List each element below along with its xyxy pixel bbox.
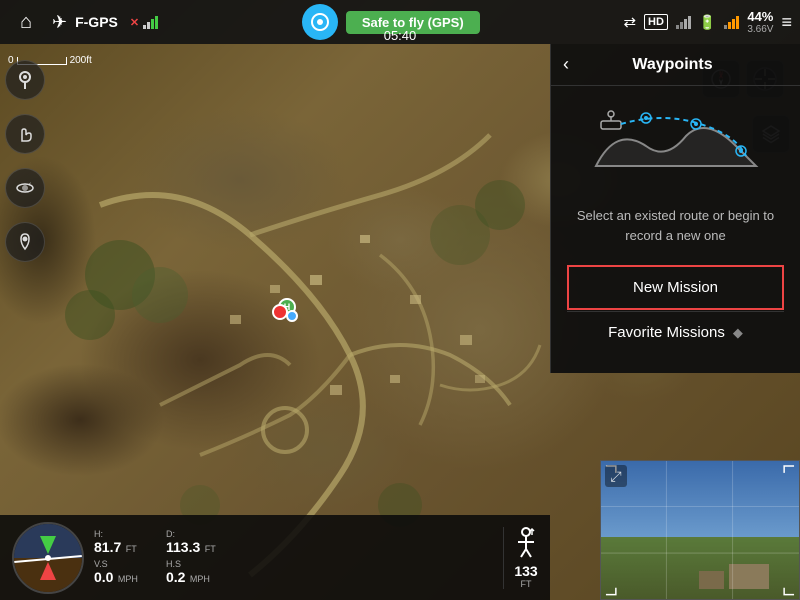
relative-altitude-unit: FT [521, 579, 532, 589]
distance-unit: FT [205, 544, 216, 554]
waypoints-panel: ‹ Waypoints Select an existed route or b… [550, 44, 800, 373]
distance-label: D: [166, 529, 226, 539]
new-mission-button[interactable]: New Mission [567, 265, 784, 310]
hs-value: 0.2 [166, 569, 185, 585]
favorite-missions-label: Favorite Missions [608, 324, 725, 341]
person-altitude-block: 133 FT [503, 527, 538, 589]
vertical-speed-stat: V.S 0.0 MPH [94, 559, 154, 587]
waypoint-tool-button[interactable] [5, 60, 45, 100]
stats-row-2: V.S 0.0 MPH H.S 0.2 MPH [94, 559, 493, 587]
battery-percentage: 44% [747, 9, 773, 24]
altitude-value: 81.7 [94, 539, 121, 555]
altitude-stat: H: 81.7 FT [94, 529, 154, 557]
waypoints-illustration [551, 86, 800, 196]
hs-label: H.S [166, 559, 226, 569]
waypoints-back-button[interactable]: ‹ [563, 54, 569, 75]
bookmark-icon: ◆ [733, 325, 743, 341]
drone-icon: ✈ [52, 12, 67, 33]
horizontal-speed-stat: H.S 0.2 MPH [166, 559, 226, 587]
transmission-signal-bars [676, 16, 691, 29]
attitude-center [45, 555, 51, 561]
waypoints-body: Select an existed route or begin to reco… [551, 196, 800, 373]
drone-name-label: F-GPS [75, 14, 118, 30]
signal-x-icon: ✕ [130, 16, 139, 29]
attitude-arrow-red [40, 562, 56, 580]
hs-unit: MPH [190, 574, 210, 584]
distance-value: 113.3 [166, 539, 200, 555]
battery-info: 44% 3.66V [747, 9, 773, 35]
camera-switch-icon[interactable]: ⇄ [623, 13, 636, 31]
home-button[interactable]: ⌂ [8, 4, 44, 40]
waypoint-mode-icon[interactable] [302, 4, 338, 40]
battery-voltage: 3.66V [747, 24, 773, 35]
vs-label: V.S [94, 559, 154, 569]
hand-tool-button[interactable] [5, 114, 45, 154]
menu-button[interactable]: ≡ [781, 12, 792, 33]
relative-altitude-value: 133 [514, 563, 537, 579]
attitude-arrow-green [40, 536, 56, 554]
hd-quality-badge: HD [644, 14, 668, 30]
battery-signal-bars [724, 16, 739, 29]
stats-row-1: H: 81.7 FT D: 113.3 FT [94, 529, 493, 557]
vs-unit: MPH [118, 574, 138, 584]
flight-timer: 05:40 [384, 28, 417, 43]
altitude-unit: FT [126, 544, 137, 554]
flight-statistics: H: 81.7 FT D: 113.3 FT V.S 0.0 MPH [94, 529, 493, 587]
waypoints-panel-header: ‹ Waypoints [551, 44, 800, 86]
person-silhouette-icon [514, 527, 538, 563]
pin-tool-button[interactable] [5, 222, 45, 262]
altitude-label: H: [94, 529, 154, 539]
waypoints-description: Select an existed route or begin to reco… [567, 206, 784, 245]
waypoints-title: Waypoints [579, 56, 766, 74]
bottom-info-bar: H: 81.7 FT D: 113.3 FT V.S 0.0 MPH [0, 515, 550, 600]
header-bar: ⌂ ✈ F-GPS ✕ Safe to fly (GPS) ⇄ HD [0, 0, 800, 44]
vs-value: 0.0 [94, 569, 113, 585]
left-sidebar [0, 44, 50, 564]
favorite-missions-button[interactable]: Favorite Missions ◆ [567, 311, 784, 353]
camera-feed-preview: ⤢ [600, 460, 800, 600]
battery-icon: 🔋 [699, 14, 716, 31]
rc-signal-bars [143, 16, 158, 29]
attitude-indicator [12, 522, 84, 594]
drone-heading-indicator [286, 310, 298, 322]
camera-expand-button[interactable]: ⤢ [605, 465, 627, 487]
orbit-tool-button[interactable] [5, 168, 45, 208]
distance-stat: D: 113.3 FT [166, 529, 226, 557]
header-right-section: ⇄ HD 🔋 44% 3.66V ≡ [623, 9, 792, 35]
rc-signal-group: ✕ [130, 16, 158, 29]
